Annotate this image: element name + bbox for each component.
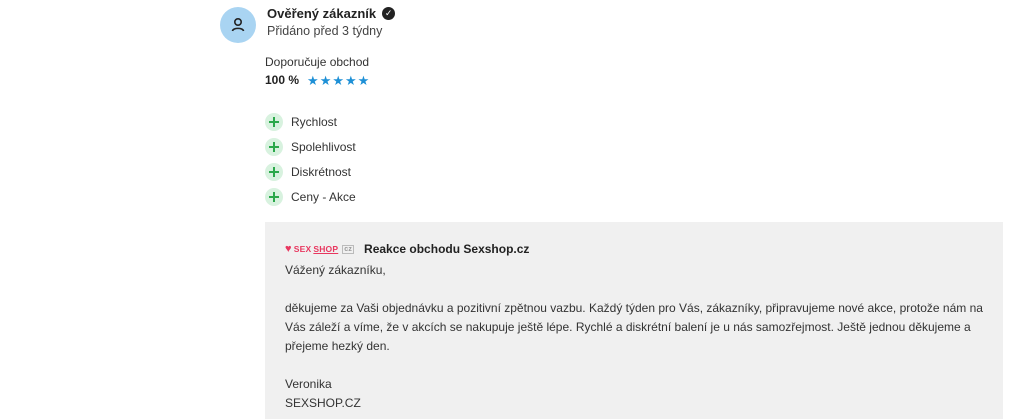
star-icon: ★: [319, 72, 332, 88]
verified-check-icon: ✓: [382, 7, 396, 20]
pro-label: Diskrétnost: [291, 164, 352, 179]
star-icon: ★: [357, 72, 370, 88]
pro-label: Spolehlivost: [291, 139, 356, 154]
avatar: [220, 7, 256, 43]
review-date: Přidáno před 3 týdny: [267, 24, 383, 38]
reply-signature-company: SEXSHOP.CZ: [285, 396, 361, 410]
pro-item: Ceny - Akce: [265, 184, 356, 209]
reviewer-name-row: Ověřený zákazník ✓: [267, 6, 396, 21]
recommend-row: 100 % ★ ★ ★ ★ ★: [265, 73, 369, 87]
recommend-label: Doporučuje obchod: [265, 55, 370, 69]
reply-greeting: Vážený zákazníku,: [285, 263, 386, 277]
plus-icon: [265, 112, 283, 131]
shop-reply-box: ♥ SEX SHOP cz Reakce obchodu Sexshop.cz Vá…: [265, 222, 1003, 419]
pro-item: Rychlost: [265, 109, 356, 134]
plus-icon: [265, 187, 283, 206]
recommend-percent: 100 %: [265, 73, 300, 87]
reply-title: Reakce obchodu Sexshop.cz: [364, 242, 530, 256]
pros-list: Rychlost Spolehlivost Diskrétnost Ceny -…: [265, 109, 356, 209]
star-rating: ★ ★ ★ ★ ★: [307, 74, 369, 87]
star-icon: ★: [345, 72, 357, 88]
pro-label: Rychlost: [291, 114, 338, 129]
pro-label: Ceny - Akce: [291, 189, 356, 204]
reviewer-name: Ověřený zákazník: [267, 6, 377, 21]
star-icon: ★: [332, 72, 344, 88]
reply-text: děkujeme za Vaši objednávku a pozitivní …: [285, 301, 983, 353]
user-icon: [231, 17, 245, 32]
star-icon: ★: [307, 72, 319, 88]
pro-item: Spolehlivost: [265, 134, 356, 159]
reply-signature-name: Veronika: [285, 377, 332, 391]
reply-body: Vážený zákazníku, děkujeme za Vaši objed…: [285, 261, 985, 413]
heart-icon: ♥: [285, 243, 292, 255]
plus-icon: [265, 162, 283, 181]
reply-header: ♥ SEX SHOP cz Reakce obchodu Sexshop.cz: [285, 242, 529, 256]
pro-item: Diskrétnost: [265, 159, 356, 184]
shop-logo: ♥ SEX SHOP cz: [285, 243, 355, 255]
plus-icon: [265, 137, 283, 156]
